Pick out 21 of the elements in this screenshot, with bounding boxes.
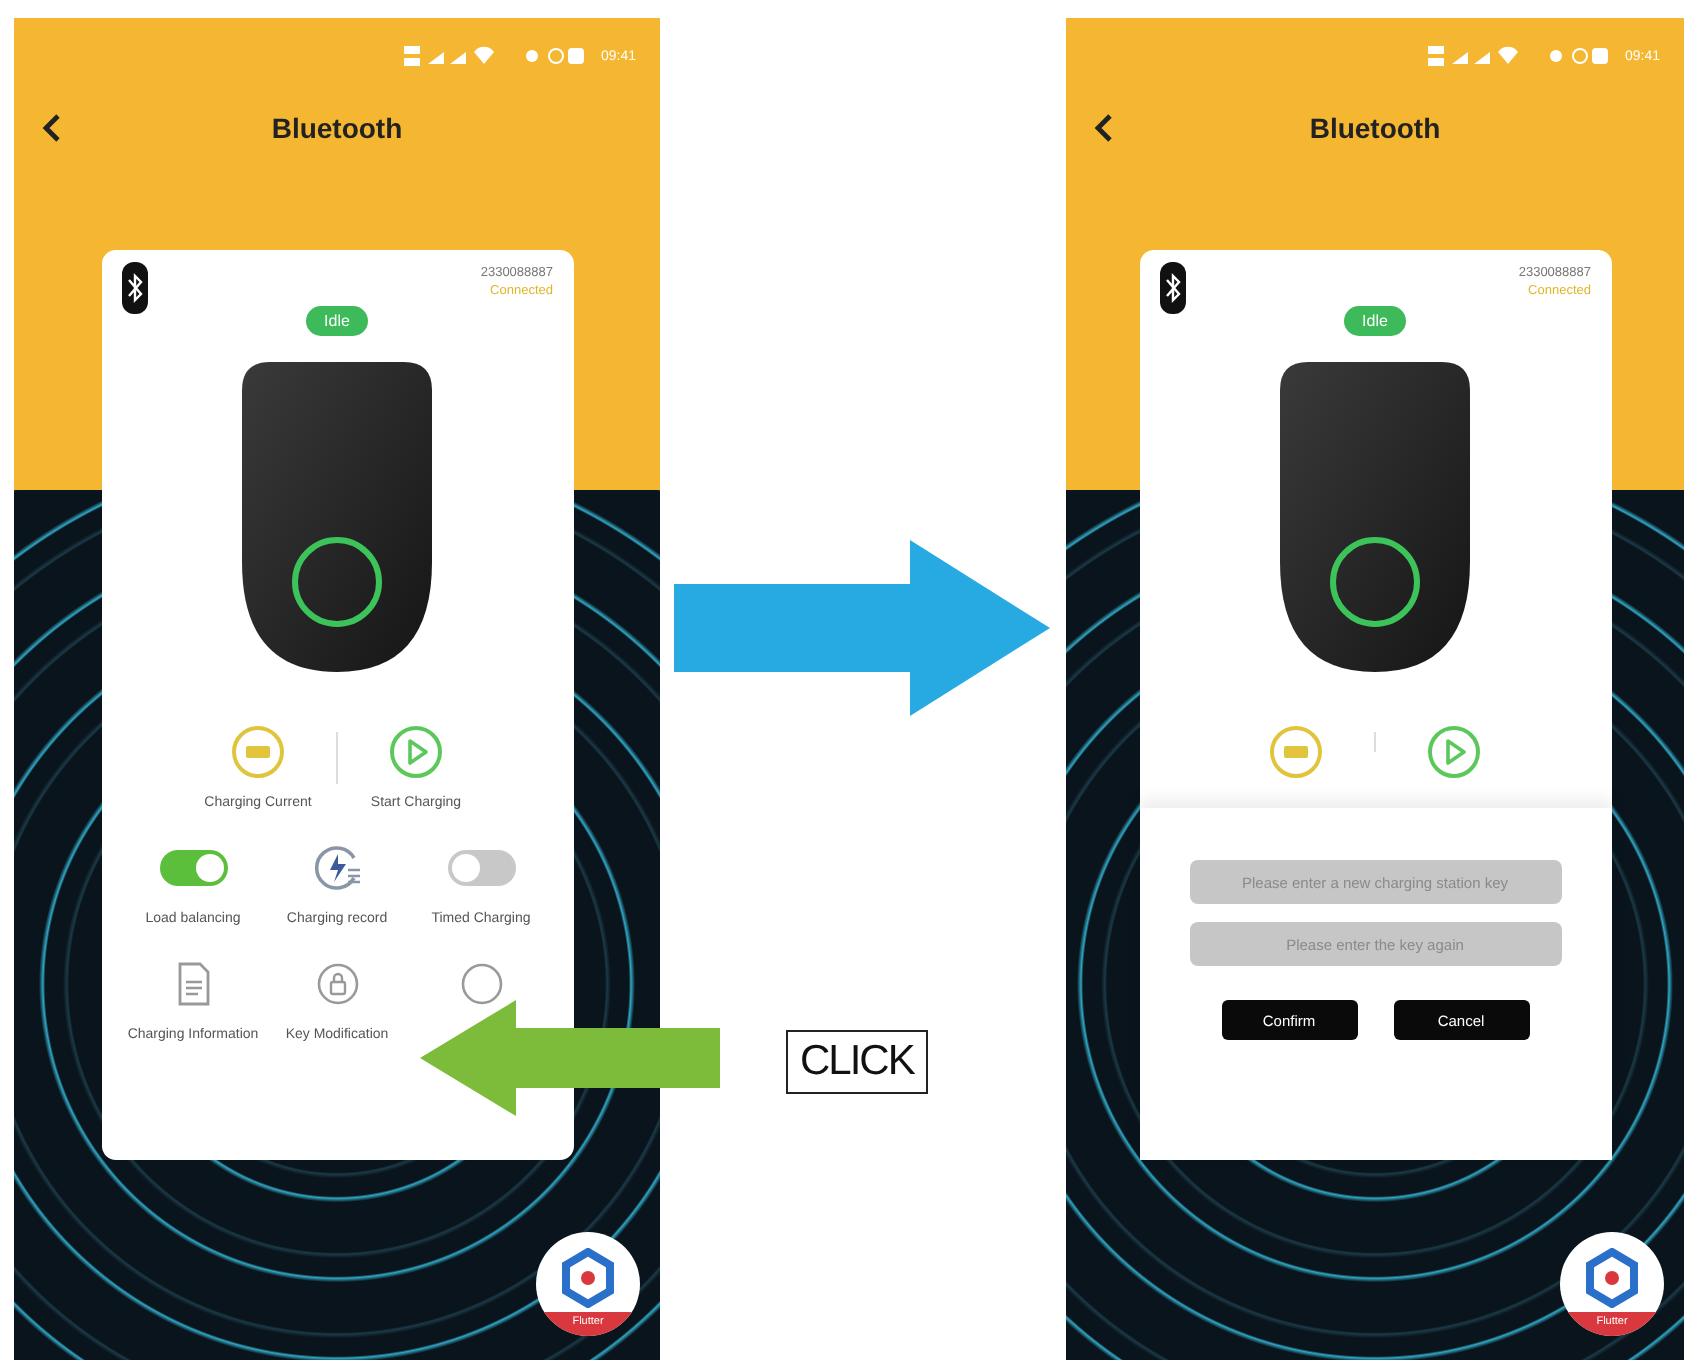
- screen-title: Bluetooth: [1309, 112, 1441, 144]
- hexagon-logo-icon: [558, 1248, 618, 1308]
- play-icon[interactable]: [1426, 724, 1482, 780]
- toggle-switch[interactable]: [447, 850, 515, 886]
- lock-icon[interactable]: [315, 962, 359, 1006]
- current-gauge-icon[interactable]: [230, 724, 286, 780]
- play-icon[interactable]: [388, 724, 444, 780]
- status-pill: Idle: [306, 306, 368, 336]
- toggle-switch[interactable]: [159, 850, 227, 886]
- circle-icon[interactable]: [459, 962, 503, 1006]
- document-icon[interactable]: [175, 962, 211, 1006]
- status-pill: Idle: [1344, 306, 1406, 336]
- screen-title: Bluetooth: [271, 112, 403, 144]
- hexagon-logo-icon: [1582, 1248, 1642, 1308]
- back-icon[interactable]: [1090, 112, 1118, 144]
- bluetooth-icon: [1159, 262, 1185, 314]
- current-gauge-icon[interactable]: [1268, 724, 1324, 780]
- bluetooth-icon: [121, 262, 147, 314]
- history-icon[interactable]: [309, 840, 365, 896]
- back-icon[interactable]: [38, 112, 66, 144]
- click-label: CLICK: [786, 1030, 928, 1094]
